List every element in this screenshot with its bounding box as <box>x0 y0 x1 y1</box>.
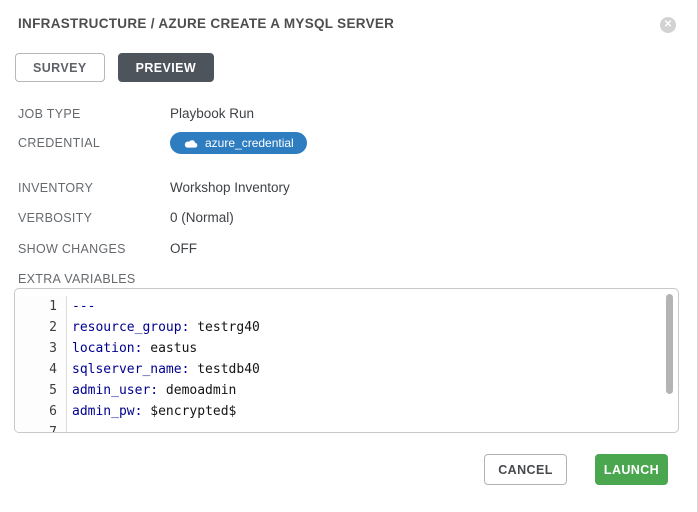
credential-badge-label: azure_credential <box>205 136 294 150</box>
cancel-button[interactable]: CANCEL <box>484 454 567 485</box>
code-text <box>67 422 72 433</box>
code-text: admin_pw: $encrypted$ <box>67 401 236 422</box>
job-type-value: Playbook Run <box>170 106 254 121</box>
code-line: 1--- <box>15 296 678 317</box>
code-line: 2resource_group: testrg40 <box>15 317 678 338</box>
verbosity-row: VERBOSITY 0 (Normal) <box>18 210 234 225</box>
code-line: 5admin_user: demoadmin <box>15 380 678 401</box>
code-text: location: eastus <box>67 338 197 359</box>
credential-label: CREDENTIAL <box>18 136 170 150</box>
code-text: admin_user: demoadmin <box>67 380 236 401</box>
credential-row: CREDENTIAL azure_credential <box>18 132 307 154</box>
extra-variables-row: EXTRA VARIABLES <box>18 272 170 286</box>
page-title: INFRASTRUCTURE / AZURE CREATE A MYSQL SE… <box>18 16 394 31</box>
code-text: --- <box>67 296 95 317</box>
line-number: 4 <box>15 359 67 380</box>
show-changes-value: OFF <box>170 241 197 256</box>
code-line: 3location: eastus <box>15 338 678 359</box>
inventory-label: INVENTORY <box>18 181 170 195</box>
code-text: sqlserver_name: testdb40 <box>67 359 260 380</box>
line-number: 7 <box>15 422 67 433</box>
code-line: 4sqlserver_name: testdb40 <box>15 359 678 380</box>
extra-variables-editor[interactable]: 1---2resource_group: testrg403location: … <box>14 288 679 433</box>
line-number: 5 <box>15 380 67 401</box>
tab-bar: SURVEY PREVIEW <box>15 53 214 82</box>
extra-variables-label: EXTRA VARIABLES <box>18 272 170 286</box>
line-number: 6 <box>15 401 67 422</box>
editor-content: 1---2resource_group: testrg403location: … <box>15 289 678 432</box>
code-text: resource_group: testrg40 <box>67 317 260 338</box>
inventory-row: INVENTORY Workshop Inventory <box>18 180 290 195</box>
line-number: 3 <box>15 338 67 359</box>
verbosity-value: 0 (Normal) <box>170 210 234 225</box>
code-line: 6admin_pw: $encrypted$ <box>15 401 678 422</box>
editor-vertical-scrollbar[interactable] <box>666 294 673 394</box>
inventory-value: Workshop Inventory <box>170 180 290 195</box>
code-line: 7 <box>15 422 678 433</box>
job-type-row: JOB TYPE Playbook Run <box>18 106 254 121</box>
cloud-icon <box>183 138 198 149</box>
launch-button[interactable]: LAUNCH <box>595 454 668 485</box>
close-icon[interactable]: ✕ <box>660 17 676 33</box>
tab-preview[interactable]: PREVIEW <box>118 53 214 82</box>
show-changes-label: SHOW CHANGES <box>18 242 170 256</box>
job-type-label: JOB TYPE <box>18 107 170 121</box>
tab-survey[interactable]: SURVEY <box>15 53 105 82</box>
line-number: 2 <box>15 317 67 338</box>
verbosity-label: VERBOSITY <box>18 211 170 225</box>
credential-badge[interactable]: azure_credential <box>170 132 307 154</box>
line-number: 1 <box>15 296 67 317</box>
show-changes-row: SHOW CHANGES OFF <box>18 241 197 256</box>
